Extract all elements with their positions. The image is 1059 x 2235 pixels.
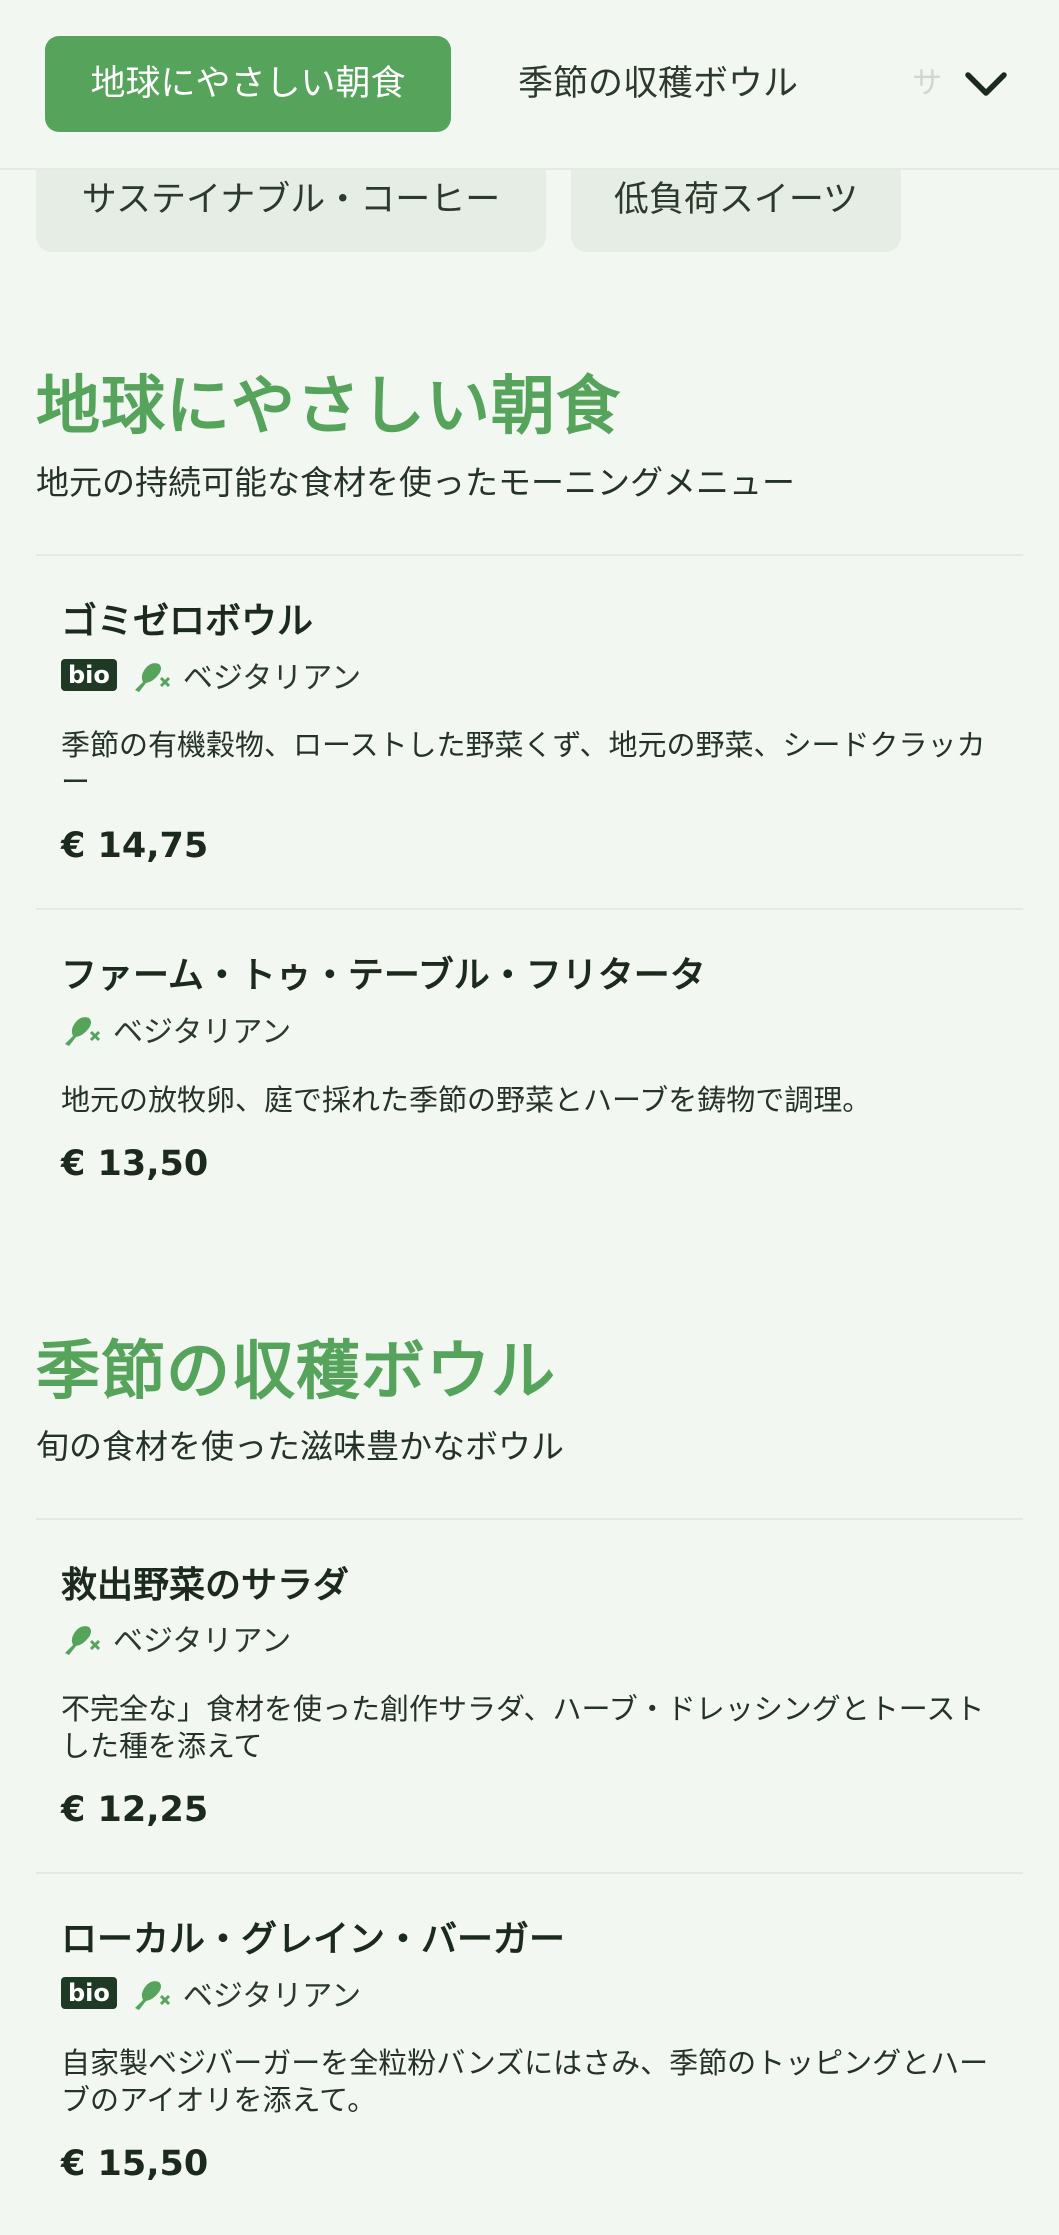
drumstick-crossed-icon [134, 663, 170, 692]
menu-item-tags: bio ベジタリアン [61, 653, 361, 697]
drumstick-crossed-icon [134, 1981, 170, 2010]
diet-label: ベジタリアン [182, 661, 362, 696]
menu-item-name[interactable]: ゴミゼロボウル [61, 592, 313, 644]
menu-page: サステイナブル・コーヒー 低負荷スイーツ 地球にやさしい朝食 季節の収穫ボウル … [0, 0, 1059, 2235]
menu-item-name[interactable]: ファーム・トゥ・テーブル・フリタータ [61, 946, 706, 998]
tab-harvest-bowls[interactable]: 季節の収穫ボウル [518, 36, 798, 132]
divider [36, 1518, 1023, 1520]
vegetarian-tag: ベジタリアン [131, 1971, 361, 2015]
menu-item-tags: ベジタリアン [61, 1007, 291, 1051]
menu-item-price: € 13,50 [61, 1144, 209, 1184]
menu-item-tags: ベジタリアン [61, 1616, 291, 1660]
vegetarian-tag: ベジタリアン [61, 1616, 291, 1660]
menu-item-description: 不完全な」食材を使った創作サラダ、ハーブ・ドレッシングとトーストした種を添えて [61, 1692, 985, 1763]
tab-breakfast[interactable]: 地球にやさしい朝食 [45, 36, 451, 132]
bio-badge: bio [61, 659, 117, 691]
divider [36, 1872, 1023, 1874]
tab-next-partial[interactable]: サ [912, 36, 942, 132]
menu-item-price: € 15,50 [61, 2144, 209, 2184]
section-subtitle: 地元の持続可能な食材を使ったモーニングメニュー [36, 463, 795, 502]
section-title: 地球にやさしい朝食 [36, 370, 621, 444]
category-nav-bar: 地球にやさしい朝食 季節の収穫ボウル サ [0, 0, 1059, 170]
diet-label: ベジタリアン [113, 1015, 292, 1050]
divider [36, 554, 1023, 556]
menu-item-description: 自家製ベジバーガーを全粒粉バンズにはさみ、季節のトッピングとハーブのアイオリを添… [61, 2046, 989, 2117]
menu-item-price: € 14,75 [61, 826, 209, 866]
menu-item-description: 季節の有機穀物、ローストした野菜くず、地元の野菜、シードクラッカー [61, 728, 986, 799]
chevron-down-icon[interactable] [960, 58, 1012, 110]
vegetarian-tag: ベジタリアン [131, 653, 361, 697]
category-chip-label: 低負荷スイーツ [613, 180, 859, 220]
vegetarian-tag: ベジタリアン [61, 1007, 291, 1051]
section-title: 季節の収穫ボウル [36, 1335, 556, 1409]
category-chip-label: サステイナブル・コーヒー [81, 180, 501, 220]
menu-item-price: € 12,25 [61, 1790, 209, 1830]
divider [36, 908, 1023, 910]
drumstick-crossed-icon [65, 1017, 101, 1046]
menu-item-name[interactable]: ローカル・グレイン・バーガー [61, 1910, 565, 1962]
section-subtitle: 旬の食材を使った滋味豊かなボウル [36, 1427, 564, 1466]
drumstick-crossed-icon [65, 1626, 101, 1655]
diet-label: ベジタリアン [182, 1979, 362, 2014]
menu-item-tags: bio ベジタリアン [61, 1971, 361, 2015]
menu-item-name[interactable]: 救出野菜のサラダ [61, 1556, 349, 1608]
menu-item-description: 地元の放牧卵、庭で採れた季節の野菜とハーブを鋳物で調理。 [61, 1083, 872, 1117]
diet-label: ベジタリアン [113, 1624, 292, 1659]
bio-badge: bio [61, 1977, 117, 2009]
